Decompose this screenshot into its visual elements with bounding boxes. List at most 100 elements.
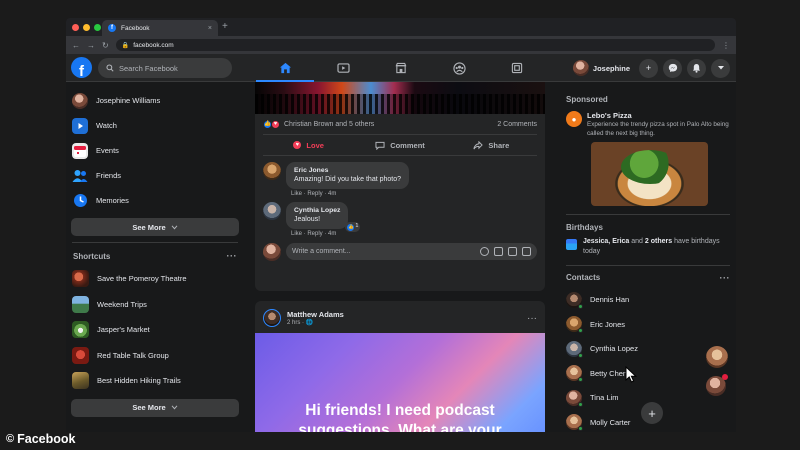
emoji-icon[interactable]: [480, 247, 489, 257]
tab-gaming[interactable]: [488, 54, 546, 82]
sponsored-ad[interactable]: ● Lebo's Pizza Experience the trendy piz…: [566, 109, 730, 138]
post-header: Matthew Adams 2 hrs · 🌐 ···: [255, 301, 545, 333]
browser-address-bar: ← → ↻ 🔒 facebook.com ⋮: [66, 36, 736, 54]
gift-icon: [566, 239, 577, 250]
minimize-window-button[interactable]: [83, 24, 90, 31]
back-arrow-icon[interactable]: ←: [72, 41, 80, 50]
new-message-button[interactable]: +: [641, 402, 663, 424]
new-tab-button[interactable]: +: [222, 21, 228, 32]
gif-icon[interactable]: [508, 247, 517, 257]
sidebar-item-events[interactable]: Events: [70, 138, 240, 163]
tab-groups[interactable]: [430, 54, 488, 82]
comment-tools: [480, 247, 531, 257]
see-more-shortcuts-button[interactable]: See More: [71, 398, 239, 417]
contacts-menu-icon[interactable]: ···: [720, 273, 731, 283]
facebook-top-nav: f Search Facebook Josephine +: [66, 54, 736, 82]
sidebar-item-profile[interactable]: Josephine Williams: [70, 88, 240, 113]
close-window-button[interactable]: [72, 24, 79, 31]
shortcut-thumbnail: [72, 346, 89, 364]
love-button[interactable]: ♥ Love: [263, 135, 354, 155]
post-photo[interactable]: [255, 82, 545, 114]
shortcut-item[interactable]: Weekend Trips: [70, 292, 240, 318]
shortcut-item[interactable]: Jasper's Market: [70, 317, 240, 343]
tab-marketplace[interactable]: [372, 54, 430, 82]
avatar[interactable]: [263, 309, 281, 327]
comments-count[interactable]: 2 Comments: [497, 121, 537, 128]
tab-watch[interactable]: [314, 54, 372, 82]
comment-button[interactable]: Comment: [354, 135, 445, 155]
memories-icon: [72, 193, 88, 209]
browser-menu-icon[interactable]: ⋮: [722, 41, 730, 50]
close-tab-icon[interactable]: ×: [208, 25, 212, 32]
share-icon: [473, 140, 484, 149]
avatar: [72, 92, 88, 109]
left-sidebar: Josephine Williams Watch Events Friends: [66, 82, 244, 432]
comment-author[interactable]: Cynthia Lopez: [294, 207, 340, 214]
facebook-favicon-icon: f: [108, 24, 116, 32]
shortcut-item[interactable]: Save the Pomeroy Theatre: [70, 266, 240, 292]
window-controls: [72, 24, 101, 31]
avatar[interactable]: [263, 162, 281, 180]
bell-icon: [692, 63, 701, 73]
contact-item[interactable]: Betty Chen: [566, 361, 730, 386]
shortcut-item[interactable]: Red Table Talk Group: [70, 343, 240, 369]
comment-text: Jealous!: [294, 216, 321, 224]
sticker-icon[interactable]: [522, 247, 531, 257]
facebook-logo-icon[interactable]: f: [71, 57, 92, 78]
birthdays-item[interactable]: Jessica, Erica and 2 others have birthda…: [566, 237, 730, 257]
shortcut-item[interactable]: Best Hidden Hiking Trails: [70, 368, 240, 394]
mouse-cursor-icon: [625, 366, 637, 383]
online-indicator: [578, 352, 583, 358]
comment-author[interactable]: Eric Jones: [294, 167, 328, 174]
profile-chip[interactable]: Josephine: [571, 58, 634, 78]
shortcut-thumbnail: [72, 270, 89, 288]
shortcuts-menu-icon[interactable]: ···: [227, 251, 238, 261]
profile-name: Josephine: [592, 63, 630, 73]
facebook-watermark: © Facebook: [6, 432, 75, 446]
camera-icon[interactable]: [494, 247, 503, 257]
browser-tab[interactable]: f Facebook ×: [102, 20, 218, 36]
sidebar-item-friends[interactable]: Friends: [70, 163, 240, 188]
pizza-logo-icon: ●: [566, 111, 582, 127]
sidebar-item-watch[interactable]: Watch: [70, 113, 240, 138]
search-input[interactable]: Search Facebook: [98, 58, 232, 78]
post-author[interactable]: Matthew Adams: [287, 310, 344, 319]
post-time[interactable]: 2 hrs · 🌐: [287, 319, 344, 326]
messenger-button[interactable]: [663, 58, 682, 78]
account-menu-button[interactable]: [711, 58, 730, 78]
chat-head-avatar[interactable]: [706, 346, 728, 368]
love-reaction-icon: ♥: [271, 119, 280, 129]
url-field[interactable]: 🔒 facebook.com: [115, 39, 715, 51]
share-button[interactable]: Share: [446, 135, 537, 155]
reactions-text[interactable]: Christian Brown and 5 others: [284, 121, 374, 128]
tab-home[interactable]: [256, 54, 314, 82]
watch-icon: [72, 117, 88, 134]
post-menu-icon[interactable]: ···: [527, 313, 537, 324]
reload-icon[interactable]: ↻: [102, 41, 109, 50]
maximize-window-button[interactable]: [94, 24, 101, 31]
events-icon: [72, 142, 88, 159]
see-more-button[interactable]: See More: [71, 218, 239, 236]
comment-meta[interactable]: Like · Reply · 4m: [286, 189, 409, 197]
contact-item[interactable]: Eric Jones: [566, 312, 730, 337]
sponsor-description: Experience the trendy pizza spot in Palo…: [587, 121, 729, 137]
divider: [566, 214, 730, 215]
forward-arrow-icon[interactable]: →: [87, 41, 95, 50]
nav-tabs: [256, 54, 546, 82]
notifications-button[interactable]: [687, 58, 706, 78]
screenshot-stage: f Facebook × + ← → ↻ 🔒 facebook.com ⋮ f …: [0, 0, 800, 450]
create-button[interactable]: +: [639, 58, 658, 78]
search-placeholder: Search Facebook: [119, 63, 178, 73]
contact-item[interactable]: Dennis Han: [566, 288, 730, 313]
post-text-background[interactable]: Hi friends! I need podcast suggestions. …: [255, 333, 545, 432]
comment-input[interactable]: Write a comment...: [286, 243, 537, 261]
sponsored-image[interactable]: [591, 142, 708, 206]
divider: [566, 264, 730, 266]
comment-meta[interactable]: Like · Reply · 4m: [286, 229, 348, 237]
sidebar-item-memories[interactable]: Memories: [70, 188, 240, 213]
comment-icon: [375, 141, 385, 150]
avatar[interactable]: [263, 201, 281, 220]
groups-icon: [452, 61, 466, 75]
chevron-down-icon: [171, 225, 178, 230]
comment-like-badge[interactable]: 👍 1: [345, 222, 361, 232]
